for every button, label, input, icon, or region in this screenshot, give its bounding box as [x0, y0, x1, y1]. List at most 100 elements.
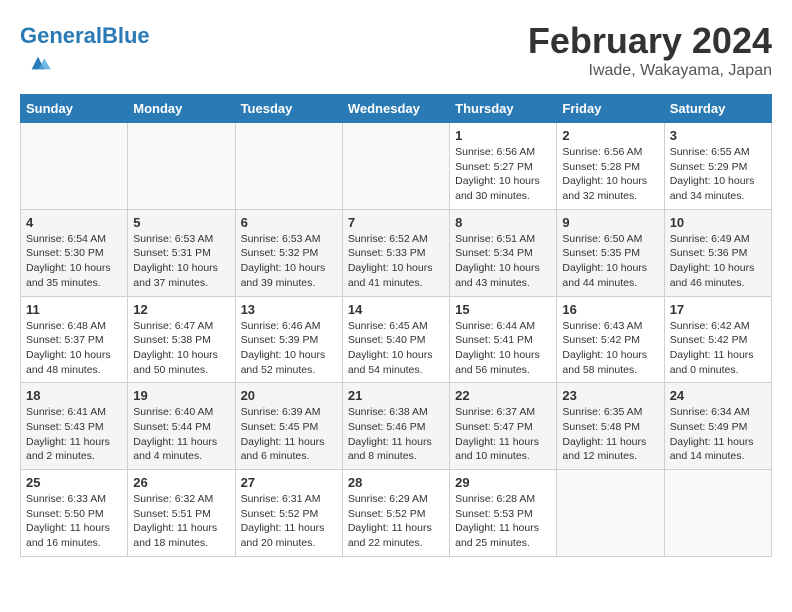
- calendar-cell: 3 Sunrise: 6:55 AM Sunset: 5:29 PM Daylig…: [664, 123, 771, 210]
- calendar-cell: 11 Sunrise: 6:48 AM Sunset: 5:37 PM Dayli…: [21, 296, 128, 383]
- day-number: 23: [562, 388, 658, 403]
- day-number: 10: [670, 215, 766, 230]
- day-info: Sunrise: 6:28 AM Sunset: 5:53 PM Dayligh…: [455, 492, 551, 551]
- calendar-cell: 1Sunrise: 6:56 AM Sunset: 5:27 PM Daylig…: [450, 123, 557, 210]
- calendar-cell: 22Sunrise: 6:37 AM Sunset: 5:47 PM Dayli…: [450, 383, 557, 470]
- weekday-header: Wednesday: [342, 95, 449, 123]
- day-number: 11: [26, 302, 122, 317]
- day-number: 1: [455, 128, 551, 143]
- day-info: Sunrise: 6:48 AM Sunset: 5:37 PM Dayligh…: [26, 319, 122, 378]
- calendar-week-row: 4 Sunrise: 6:54 AM Sunset: 5:30 PM Daylig…: [21, 209, 772, 296]
- day-info: Sunrise: 6:45 AM Sunset: 5:40 PM Dayligh…: [348, 319, 444, 378]
- day-number: 17: [670, 302, 766, 317]
- day-info: Sunrise: 6:56 AM Sunset: 5:28 PM Dayligh…: [562, 145, 658, 204]
- calendar-cell: 20 Sunrise: 6:39 AM Sunset: 5:45 PM Dayli…: [235, 383, 342, 470]
- calendar-cell: 5 Sunrise: 6:53 AM Sunset: 5:31 PM Daylig…: [128, 209, 235, 296]
- calendar-cell: 8 Sunrise: 6:51 AM Sunset: 5:34 PM Daylig…: [450, 209, 557, 296]
- day-info: Sunrise: 6:35 AM Sunset: 5:48 PM Dayligh…: [562, 405, 658, 464]
- day-number: 7: [348, 215, 444, 230]
- day-info: Sunrise: 6:31 AM Sunset: 5:52 PM Dayligh…: [241, 492, 337, 551]
- day-info: Sunrise: 6:44 AM Sunset: 5:41 PM Dayligh…: [455, 319, 551, 378]
- calendar-cell: 27 Sunrise: 6:31 AM Sunset: 5:52 PM Dayli…: [235, 470, 342, 557]
- calendar-cell: 26 Sunrise: 6:32 AM Sunset: 5:51 PM Dayli…: [128, 470, 235, 557]
- day-number: 29: [455, 475, 551, 490]
- calendar-cell: 14 Sunrise: 6:45 AM Sunset: 5:40 PM Dayli…: [342, 296, 449, 383]
- calendar-cell: [235, 123, 342, 210]
- day-info: Sunrise: 6:34 AM Sunset: 5:49 PM Dayligh…: [670, 405, 766, 464]
- day-info: Sunrise: 6:53 AM Sunset: 5:31 PM Dayligh…: [133, 232, 229, 291]
- day-info: Sunrise: 6:46 AM Sunset: 5:39 PM Dayligh…: [241, 319, 337, 378]
- calendar-cell: 21 Sunrise: 6:38 AM Sunset: 5:46 PM Dayli…: [342, 383, 449, 470]
- calendar-cell: 7 Sunrise: 6:52 AM Sunset: 5:33 PM Daylig…: [342, 209, 449, 296]
- day-info: Sunrise: 6:42 AM Sunset: 5:42 PM Dayligh…: [670, 319, 766, 378]
- day-number: 3: [670, 128, 766, 143]
- calendar-cell: 15 Sunrise: 6:44 AM Sunset: 5:41 PM Dayli…: [450, 296, 557, 383]
- day-number: 18: [26, 388, 122, 403]
- logo-icon: [22, 47, 54, 79]
- day-info: Sunrise: 6:29 AM Sunset: 5:52 PM Dayligh…: [348, 492, 444, 551]
- calendar-cell: [128, 123, 235, 210]
- logo: GeneralBlue: [20, 25, 150, 84]
- weekday-header-row: SundayMondayTuesdayWednesdayThursdayFrid…: [21, 95, 772, 123]
- day-number: 27: [241, 475, 337, 490]
- day-number: 21: [348, 388, 444, 403]
- day-info: Sunrise: 6:50 AM Sunset: 5:35 PM Dayligh…: [562, 232, 658, 291]
- calendar-week-row: 11 Sunrise: 6:48 AM Sunset: 5:37 PM Dayli…: [21, 296, 772, 383]
- day-info: Sunrise: 6:55 AM Sunset: 5:29 PM Dayligh…: [670, 145, 766, 204]
- day-number: 2: [562, 128, 658, 143]
- day-number: 9: [562, 215, 658, 230]
- calendar-cell: 23 Sunrise: 6:35 AM Sunset: 5:48 PM Dayli…: [557, 383, 664, 470]
- calendar-cell: [557, 470, 664, 557]
- logo-text: GeneralBlue: [20, 25, 150, 47]
- day-number: 28: [348, 475, 444, 490]
- day-number: 4: [26, 215, 122, 230]
- day-number: 13: [241, 302, 337, 317]
- day-info: Sunrise: 6:52 AM Sunset: 5:33 PM Dayligh…: [348, 232, 444, 291]
- day-number: 16: [562, 302, 658, 317]
- calendar-cell: [664, 470, 771, 557]
- page-header: GeneralBlue February 2024 Iwade, Wakayam…: [20, 20, 772, 84]
- calendar-cell: [342, 123, 449, 210]
- day-info: Sunrise: 6:39 AM Sunset: 5:45 PM Dayligh…: [241, 405, 337, 464]
- day-number: 25: [26, 475, 122, 490]
- day-info: Sunrise: 6:51 AM Sunset: 5:34 PM Dayligh…: [455, 232, 551, 291]
- month-title: February 2024: [528, 20, 772, 62]
- calendar-cell: 19Sunrise: 6:40 AM Sunset: 5:44 PM Dayli…: [128, 383, 235, 470]
- calendar-cell: 29 Sunrise: 6:28 AM Sunset: 5:53 PM Dayli…: [450, 470, 557, 557]
- day-number: 15: [455, 302, 551, 317]
- calendar-week-row: 25Sunrise: 6:33 AM Sunset: 5:50 PM Dayli…: [21, 470, 772, 557]
- weekday-header: Friday: [557, 95, 664, 123]
- calendar-cell: 16Sunrise: 6:43 AM Sunset: 5:42 PM Dayli…: [557, 296, 664, 383]
- day-number: 20: [241, 388, 337, 403]
- day-number: 8: [455, 215, 551, 230]
- day-info: Sunrise: 6:38 AM Sunset: 5:46 PM Dayligh…: [348, 405, 444, 464]
- day-info: Sunrise: 6:47 AM Sunset: 5:38 PM Dayligh…: [133, 319, 229, 378]
- calendar-cell: 12Sunrise: 6:47 AM Sunset: 5:38 PM Dayli…: [128, 296, 235, 383]
- day-info: Sunrise: 6:32 AM Sunset: 5:51 PM Dayligh…: [133, 492, 229, 551]
- calendar-cell: 24Sunrise: 6:34 AM Sunset: 5:49 PM Dayli…: [664, 383, 771, 470]
- calendar-cell: 13 Sunrise: 6:46 AM Sunset: 5:39 PM Dayli…: [235, 296, 342, 383]
- weekday-header: Thursday: [450, 95, 557, 123]
- calendar-cell: 17 Sunrise: 6:42 AM Sunset: 5:42 PM Dayli…: [664, 296, 771, 383]
- calendar-table: SundayMondayTuesdayWednesdayThursdayFrid…: [20, 94, 772, 557]
- calendar-week-row: 1Sunrise: 6:56 AM Sunset: 5:27 PM Daylig…: [21, 123, 772, 210]
- calendar-cell: 25Sunrise: 6:33 AM Sunset: 5:50 PM Dayli…: [21, 470, 128, 557]
- day-number: 26: [133, 475, 229, 490]
- logo-blue: Blue: [102, 23, 150, 48]
- calendar-week-row: 18 Sunrise: 6:41 AM Sunset: 5:43 PM Dayli…: [21, 383, 772, 470]
- day-info: Sunrise: 6:41 AM Sunset: 5:43 PM Dayligh…: [26, 405, 122, 464]
- day-number: 5: [133, 215, 229, 230]
- day-number: 19: [133, 388, 229, 403]
- day-number: 22: [455, 388, 551, 403]
- day-number: 6: [241, 215, 337, 230]
- location: Iwade, Wakayama, Japan: [528, 62, 772, 80]
- calendar-cell: 2 Sunrise: 6:56 AM Sunset: 5:28 PM Daylig…: [557, 123, 664, 210]
- calendar-cell: 10Sunrise: 6:49 AM Sunset: 5:36 PM Dayli…: [664, 209, 771, 296]
- calendar-cell: 6Sunrise: 6:53 AM Sunset: 5:32 PM Daylig…: [235, 209, 342, 296]
- weekday-header: Sunday: [21, 95, 128, 123]
- calendar-cell: 18 Sunrise: 6:41 AM Sunset: 5:43 PM Dayli…: [21, 383, 128, 470]
- day-info: Sunrise: 6:54 AM Sunset: 5:30 PM Dayligh…: [26, 232, 122, 291]
- weekday-header: Saturday: [664, 95, 771, 123]
- day-number: 14: [348, 302, 444, 317]
- logo-general: General: [20, 23, 102, 48]
